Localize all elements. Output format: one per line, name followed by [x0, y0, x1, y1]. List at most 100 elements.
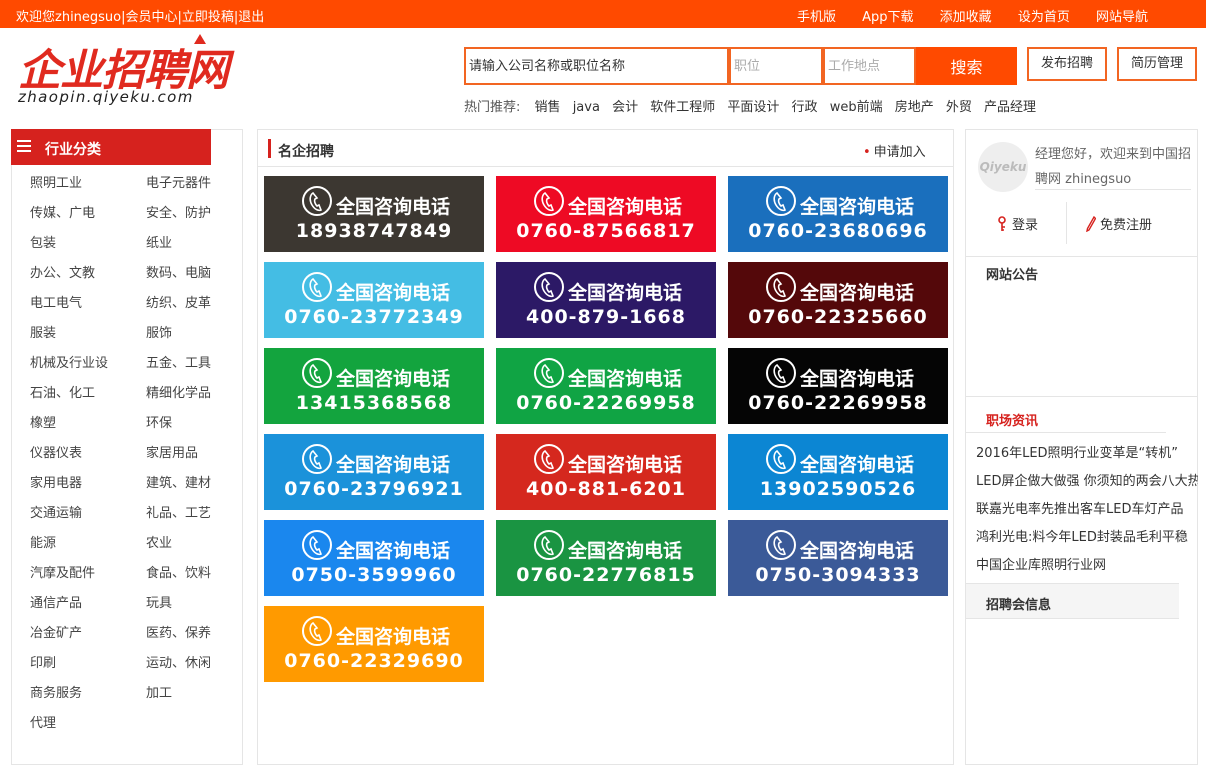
news-item[interactable]: 2016年LED照明行业变革是“转机”	[976, 440, 1198, 468]
welcome-text[interactable]: 欢迎您zhinegsuo|会员中心|	[16, 10, 182, 25]
hot-tag[interactable]: 行政	[792, 100, 818, 115]
tile-phone: 0760-22776815	[516, 564, 696, 586]
category-item[interactable]: 环保	[146, 412, 172, 431]
category-item[interactable]: 办公、文教	[30, 262, 95, 281]
hot-tags-label: 热门推荐:	[464, 100, 521, 115]
phone-icon	[766, 186, 796, 216]
category-item[interactable]: 玩具	[146, 592, 172, 611]
search-keyword-input[interactable]	[464, 47, 729, 85]
category-item[interactable]: 精细化学品	[146, 382, 211, 401]
company-tile[interactable]: 全国咨询电话 0750-3599960	[264, 520, 484, 596]
category-item[interactable]: 通信产品	[30, 592, 82, 611]
category-item[interactable]: 电子元器件	[146, 172, 211, 191]
category-item[interactable]: 纺织、皮革	[146, 292, 211, 311]
top-link-sitenav[interactable]: 网站导航	[1096, 10, 1148, 25]
category-item[interactable]: 服装	[30, 322, 56, 341]
hot-tag[interactable]: 软件工程师	[650, 100, 715, 115]
category-item[interactable]: 传媒、广电	[30, 202, 95, 221]
company-tile[interactable]: 全国咨询电话 18938747849	[264, 176, 484, 252]
category-item[interactable]: 商务服务	[30, 682, 82, 701]
phone-icon	[302, 444, 332, 474]
company-tile[interactable]: 全国咨询电话 0750-3094333	[728, 520, 948, 596]
top-link-favorite[interactable]: 添加收藏	[940, 10, 992, 25]
category-item[interactable]: 家用电器	[30, 472, 82, 491]
category-item[interactable]: 加工	[146, 682, 172, 701]
site-logo[interactable]: 企业招聘网 zhaopin.qiyeku.com	[16, 34, 256, 106]
company-tile[interactable]: 全国咨询电话 0760-22269958	[728, 348, 948, 424]
search-button[interactable]: 搜索	[916, 47, 1017, 85]
company-tile[interactable]: 全国咨询电话 0760-23796921	[264, 434, 484, 510]
hot-tag[interactable]: 产品经理	[984, 100, 1036, 115]
hot-tag[interactable]: 房地产	[895, 100, 934, 115]
category-item[interactable]: 交通运输	[30, 502, 82, 521]
hot-tag[interactable]: java	[573, 100, 600, 115]
category-item[interactable]: 汽摩及配件	[30, 562, 95, 581]
search-position-input[interactable]	[729, 47, 823, 85]
news-item[interactable]: LED屏企做大做强 你须知的两会八大热	[976, 468, 1198, 496]
hot-tag[interactable]: 会计	[612, 100, 638, 115]
company-tile[interactable]: 全国咨询电话 0760-22776815	[496, 520, 716, 596]
category-item[interactable]: 服饰	[146, 322, 172, 341]
category-item[interactable]: 五金、工具	[146, 352, 211, 371]
category-item[interactable]: 印刷	[30, 652, 56, 671]
news-list: 2016年LED照明行业变革是“转机” LED屏企做大做强 你须知的两会八大热 …	[976, 440, 1198, 580]
hot-tag[interactable]: 销售	[535, 100, 561, 115]
register-link[interactable]: 免费注册	[1086, 214, 1152, 233]
category-item[interactable]: 农业	[146, 532, 172, 551]
category-item[interactable]: 安全、防护	[146, 202, 211, 221]
search-location-input[interactable]	[823, 47, 916, 85]
category-item[interactable]: 运动、休闲	[146, 652, 211, 671]
category-item[interactable]: 机械及行业设	[30, 352, 108, 371]
category-item[interactable]: 食品、饮料	[146, 562, 211, 581]
phone-icon	[766, 530, 796, 560]
category-item[interactable]: 礼品、工艺	[146, 502, 211, 521]
category-item[interactable]: 照明工业	[30, 172, 82, 191]
category-item[interactable]: 石油、化工	[30, 382, 95, 401]
company-tile[interactable]: 全国咨询电话 0760-22329690	[264, 606, 484, 682]
category-item[interactable]: 电工电气	[30, 292, 82, 311]
top-link-app[interactable]: App下载	[862, 10, 913, 25]
post-job-button[interactable]: 发布招聘	[1027, 47, 1107, 81]
hot-tag[interactable]: web前端	[830, 100, 883, 115]
category-item[interactable]: 仪器仪表	[30, 442, 82, 461]
category-item[interactable]: 家居用品	[146, 442, 198, 461]
company-tile[interactable]: 全国咨询电话 400-879-1668	[496, 262, 716, 338]
divider	[966, 256, 1197, 257]
tile-phone: 0760-87566817	[516, 220, 696, 242]
top-link-homepage[interactable]: 设为首页	[1018, 10, 1070, 25]
apply-join-link[interactable]: • 申请加入	[863, 141, 926, 160]
company-tile[interactable]: 全国咨询电话 0760-23772349	[264, 262, 484, 338]
top-link-mobile[interactable]: 手机版	[797, 10, 836, 25]
news-item[interactable]: 联嘉光电率先推出客车LED车灯产品	[976, 496, 1198, 524]
news-item[interactable]: 鸿利光电:料今年LED封装品毛利平稳	[976, 524, 1198, 552]
category-item[interactable]: 纸业	[146, 232, 172, 251]
resume-manage-button[interactable]: 简历管理	[1117, 47, 1197, 81]
company-tile[interactable]: 全国咨询电话 0760-23680696	[728, 176, 948, 252]
news-item[interactable]: 中国企业库照明行业网	[976, 552, 1198, 580]
category-item[interactable]: 医药、保养	[146, 622, 211, 641]
hot-tag[interactable]: 外贸	[946, 100, 972, 115]
tile-phone: 0760-23680696	[748, 220, 928, 242]
submit-link[interactable]: 立即投稿	[182, 10, 234, 25]
company-tile[interactable]: 全国咨询电话 13902590526	[728, 434, 948, 510]
category-item[interactable]: 代理	[30, 712, 56, 731]
category-item[interactable]: 冶金矿产	[30, 622, 82, 641]
category-item[interactable]: 建筑、建材	[146, 472, 211, 491]
hot-tag[interactable]: 平面设计	[727, 100, 779, 115]
category-item[interactable]: 能源	[30, 532, 56, 551]
divider	[966, 432, 1166, 433]
logout-link[interactable]: |退出	[234, 10, 264, 25]
phone-icon	[302, 186, 332, 216]
tile-label: 全国咨询电话	[800, 454, 915, 476]
category-item[interactable]: 橡塑	[30, 412, 56, 431]
divider	[1066, 202, 1067, 244]
company-tile[interactable]: 全国咨询电话 0760-22269958	[496, 348, 716, 424]
company-tile[interactable]: 全国咨询电话 400-881-6201	[496, 434, 716, 510]
login-link[interactable]: 登录	[996, 214, 1038, 233]
category-item[interactable]: 包装	[30, 232, 56, 251]
tile-label: 全国咨询电话	[336, 282, 451, 304]
category-item[interactable]: 数码、电脑	[146, 262, 211, 281]
company-tile[interactable]: 全国咨询电话 0760-87566817	[496, 176, 716, 252]
company-tile[interactable]: 全国咨询电话 0760-22325660	[728, 262, 948, 338]
company-tile[interactable]: 全国咨询电话 13415368568	[264, 348, 484, 424]
